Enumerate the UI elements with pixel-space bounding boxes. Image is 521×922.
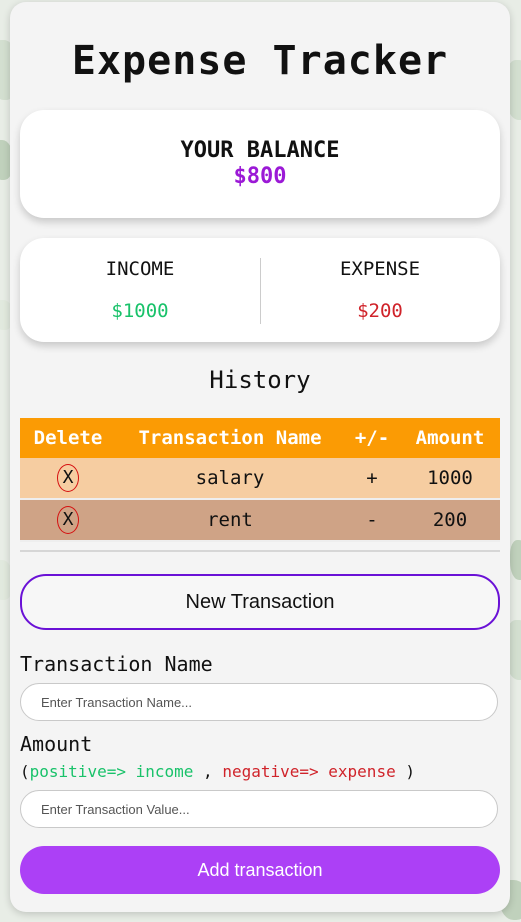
header-amount: Amount <box>415 427 485 449</box>
history-table: Delete Transaction Name +/- Amount X sal… <box>20 418 500 542</box>
amount-cell: 1000 <box>427 467 473 489</box>
amount-label: Amount <box>20 732 93 756</box>
section-divider <box>20 550 500 552</box>
transaction-name-label: Transaction Name <box>20 652 213 676</box>
hint-negative: negative=> expense <box>222 762 396 781</box>
balance-label: YOUR BALANCE <box>180 138 340 163</box>
delete-cell: X <box>20 506 116 534</box>
hint-open: ( <box>20 762 30 781</box>
background-decoration <box>510 540 521 580</box>
table-row: X salary + 1000 <box>20 458 500 500</box>
expense-label: EXPENSE <box>339 258 421 280</box>
delete-button[interactable]: X <box>57 506 79 534</box>
transaction-name-input[interactable] <box>20 683 498 721</box>
new-transaction-button[interactable]: New Transaction <box>20 574 500 630</box>
page-title: Expense Tracker <box>71 38 449 84</box>
header-delete: Delete <box>33 427 103 449</box>
expense-value: $200 <box>357 300 403 322</box>
hint-close: ) <box>395 762 415 781</box>
income-column: INCOME $1000 <box>20 238 260 342</box>
hint-positive: positive=> income <box>29 762 194 781</box>
table-header: Delete Transaction Name +/- Amount <box>20 418 500 458</box>
amount-cell: 200 <box>432 509 468 531</box>
income-label: INCOME <box>105 258 175 280</box>
hint-separator: , <box>193 762 223 781</box>
table-row: X rent - 200 <box>20 500 500 542</box>
expense-column: EXPENSE $200 <box>260 238 500 342</box>
header-transaction-name: Transaction Name <box>138 427 322 449</box>
sign-cell: - <box>366 509 378 531</box>
income-value: $1000 <box>111 300 169 322</box>
header-sign: +/- <box>354 427 390 449</box>
balance-card: YOUR BALANCE $800 <box>20 110 500 218</box>
history-title: History <box>209 366 311 394</box>
delete-button[interactable]: X <box>57 464 79 492</box>
sign-cell: + <box>366 467 378 489</box>
main-card: Expense Tracker YOUR BALANCE $800 INCOME… <box>10 2 510 912</box>
add-transaction-button[interactable]: Add transaction <box>20 846 500 894</box>
amount-hint: (positive=> income , negative=> expense … <box>20 762 415 781</box>
transaction-name-cell: rent <box>207 509 253 531</box>
transaction-value-input[interactable] <box>20 790 498 828</box>
income-expense-card: INCOME $1000 EXPENSE $200 <box>20 238 500 342</box>
balance-value: $800 <box>233 164 287 189</box>
delete-cell: X <box>20 464 116 492</box>
transaction-name-cell: salary <box>195 467 265 489</box>
